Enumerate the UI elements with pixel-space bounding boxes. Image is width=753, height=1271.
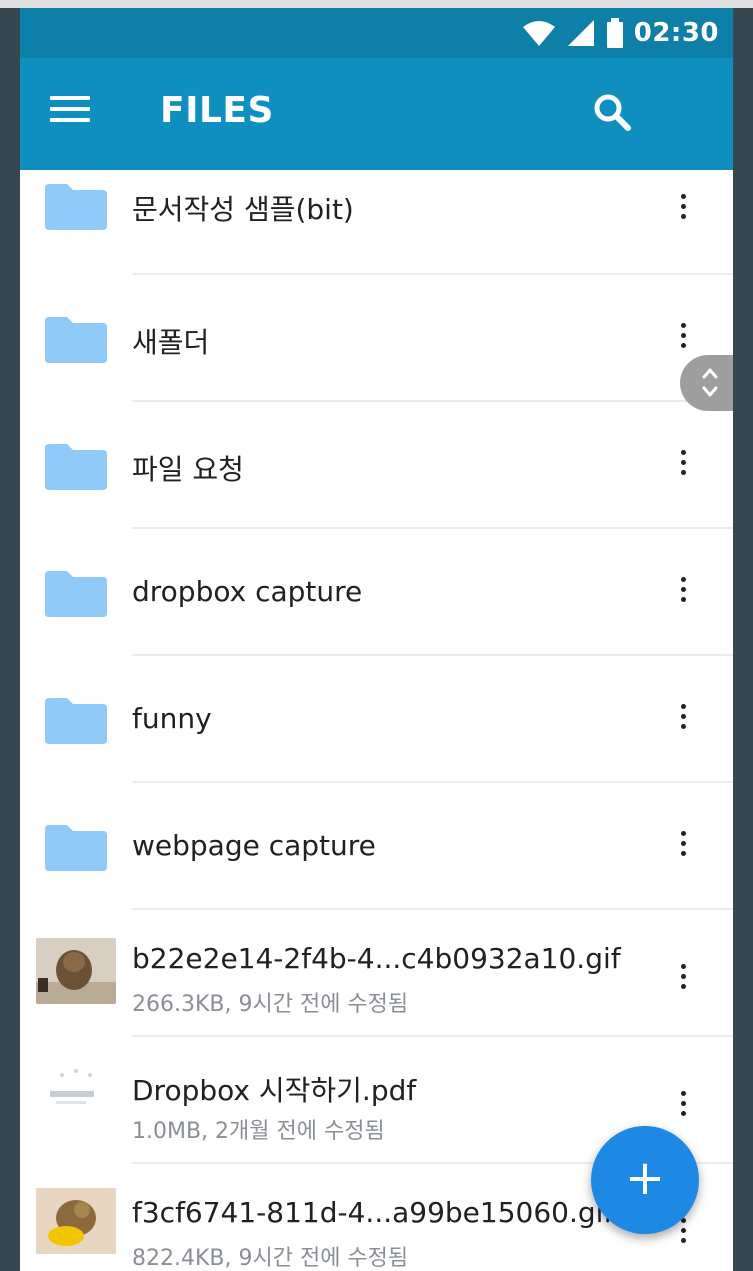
search-icon[interactable] [590, 90, 636, 136]
folder-icon [45, 444, 107, 490]
app-title: FILES [160, 90, 274, 131]
gif-thumbnail [36, 1188, 116, 1254]
status-bar: 02:30 [20, 8, 733, 58]
item-meta: 266.3KB, 9시간 전에 수정됨 [132, 992, 409, 1017]
list-item[interactable]: 새폴더 [20, 275, 733, 402]
more-options-icon[interactable] [672, 446, 694, 486]
item-meta: 1.0MB, 2개월 전에 수정됨 [132, 1119, 385, 1144]
gif-thumbnail [36, 938, 116, 1004]
fast-scroll-handle[interactable] [680, 355, 733, 411]
app-bar: FILES [20, 58, 733, 170]
list-item[interactable]: dropbox capture [20, 529, 733, 656]
list-item[interactable]: 파일 요청 [20, 402, 733, 529]
wifi-icon [522, 21, 555, 46]
item-name: funny [132, 702, 212, 735]
more-options-icon[interactable] [672, 573, 694, 613]
list-item[interactable]: 문서작성 샘플(bit) [20, 170, 733, 275]
item-name: Dropbox 시작하기.pdf [132, 1074, 417, 1107]
more-options-icon[interactable] [672, 960, 694, 1000]
item-name: webpage capture [132, 829, 376, 862]
add-fab-button[interactable]: + [591, 1126, 699, 1234]
item-name: 문서작성 샘플(bit) [132, 193, 354, 226]
list-item[interactable]: webpage capture [20, 783, 733, 910]
item-name: b22e2e14-2f4b-4...c4b0932a10.gif [132, 942, 621, 975]
item-meta: 822.4KB, 9시간 전에 수정됨 [132, 1246, 409, 1271]
up-down-arrows-icon [702, 368, 718, 397]
menu-icon[interactable] [50, 96, 90, 132]
more-options-icon[interactable] [672, 700, 694, 740]
folder-icon [45, 317, 107, 363]
item-name: dropbox capture [132, 575, 363, 608]
list-item[interactable]: funny [20, 656, 733, 783]
signal-icon [567, 20, 594, 46]
more-options-icon[interactable] [672, 827, 694, 867]
phone-screen: 02:30 FILES 문서작성 샘플(bit) 새폴더 파일 요청 dropb… [20, 8, 733, 1271]
status-time: 02:30 [633, 18, 719, 48]
battery-icon [606, 18, 623, 48]
more-options-icon[interactable] [672, 1087, 694, 1127]
more-options-icon[interactable] [672, 190, 694, 230]
item-name: 새폴더 [132, 326, 210, 359]
pdf-thumbnail [36, 1061, 116, 1127]
folder-icon [45, 184, 107, 230]
item-name: 파일 요청 [132, 453, 244, 486]
file-list: 문서작성 샘플(bit) 새폴더 파일 요청 dropbox capture f… [20, 170, 733, 1271]
folder-icon [45, 825, 107, 871]
folder-icon [45, 698, 107, 744]
top-edge [0, 0, 753, 8]
list-item[interactable]: b22e2e14-2f4b-4...c4b0932a10.gif 266.3KB… [20, 910, 733, 1037]
more-options-icon[interactable] [672, 319, 694, 359]
folder-icon [45, 571, 107, 617]
item-name: f3cf6741-811d-4...a99be15060.gif [132, 1196, 614, 1229]
